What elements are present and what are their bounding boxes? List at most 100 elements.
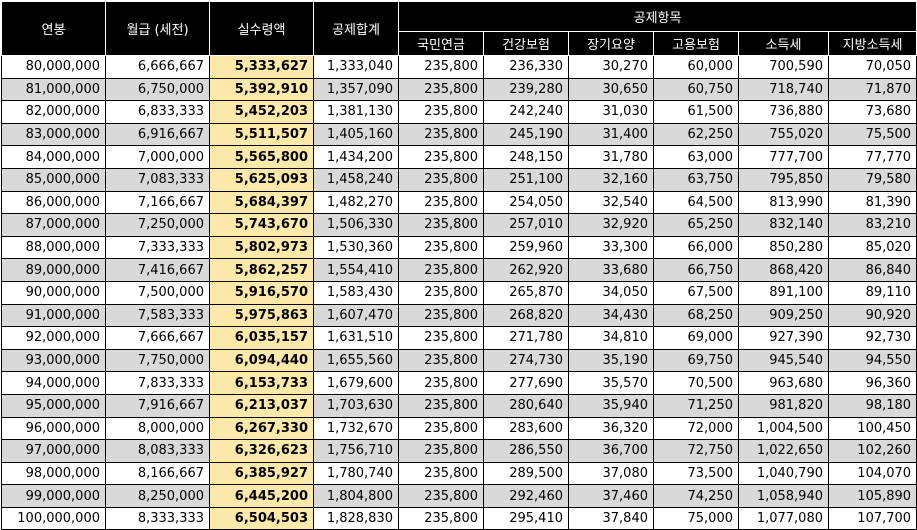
table-row: 89,000,000 7,416,667 5,862,257 1,554,410 235… bbox=[1, 258, 917, 282]
pension-cell: 235,800 bbox=[398, 213, 484, 237]
monthly-cell: 7,583,333 bbox=[105, 303, 210, 328]
health-cell: 277,690 bbox=[483, 371, 569, 395]
care-cell: 37,080 bbox=[568, 461, 654, 486]
annual-cell: 83,000,000 bbox=[1, 122, 106, 147]
care-cell: 32,920 bbox=[568, 213, 654, 237]
local-tax-cell: 81,390 bbox=[827, 190, 917, 215]
local-tax-cell: 102,260 bbox=[827, 439, 917, 463]
employment-cell: 61,500 bbox=[653, 100, 739, 124]
table-row: 93,000,000 7,750,000 6,094,440 1,655,560 235… bbox=[1, 348, 917, 373]
employment-cell: 72,000 bbox=[653, 416, 739, 441]
pension-cell: 235,800 bbox=[398, 145, 484, 169]
income-tax-cell: 755,020 bbox=[738, 122, 829, 147]
pension-cell: 235,800 bbox=[398, 326, 484, 350]
employment-cell: 74,250 bbox=[653, 484, 739, 508]
table-row: 96,000,000 8,000,000 6,267,330 1,732,670 235… bbox=[1, 416, 917, 441]
total-deduction-cell: 1,333,040 bbox=[313, 55, 399, 79]
net-cell: 6,445,200 bbox=[209, 484, 314, 508]
total-deduction-cell: 1,357,090 bbox=[313, 77, 399, 102]
net-cell: 5,975,863 bbox=[209, 303, 314, 328]
total-deduction-cell: 1,530,360 bbox=[313, 235, 399, 260]
table-row: 86,000,000 7,166,667 5,684,397 1,482,270 235… bbox=[1, 190, 917, 215]
table-row: 90,000,000 7,500,000 5,916,570 1,583,430 235… bbox=[1, 280, 917, 305]
employment-cell: 64,500 bbox=[653, 190, 739, 215]
pension-cell: 235,800 bbox=[398, 167, 484, 192]
health-cell: 239,280 bbox=[483, 77, 569, 102]
health-cell: 265,870 bbox=[483, 280, 569, 305]
local-tax-cell: 89,110 bbox=[827, 280, 917, 305]
local-tax-cell: 79,580 bbox=[827, 167, 917, 192]
employment-cell: 69,750 bbox=[653, 348, 739, 373]
employment-cell: 65,250 bbox=[653, 213, 739, 237]
table-row: 87,000,000 7,250,000 5,743,670 1,506,330 235… bbox=[1, 213, 917, 237]
monthly-cell: 8,250,000 bbox=[105, 484, 210, 508]
header-deduction-group: 공제항목 bbox=[397, 1, 917, 32]
care-cell: 31,400 bbox=[568, 122, 654, 147]
pension-cell: 235,800 bbox=[398, 393, 484, 418]
annual-cell: 94,000,000 bbox=[1, 371, 106, 395]
table-body: 80,000,000 6,666,667 5,333,627 1,333,040 235… bbox=[1, 55, 917, 530]
annual-cell: 98,000,000 bbox=[1, 461, 106, 486]
header-health-insurance: 건강보험 bbox=[483, 31, 569, 56]
total-deduction-cell: 1,607,470 bbox=[313, 303, 399, 328]
employment-cell: 66,000 bbox=[653, 235, 739, 260]
header-total-deduction: 공제합계 bbox=[313, 1, 399, 56]
net-cell: 6,267,330 bbox=[209, 416, 314, 441]
pension-cell: 235,800 bbox=[398, 77, 484, 102]
employment-cell: 60,750 bbox=[653, 77, 739, 102]
local-tax-cell: 73,680 bbox=[827, 100, 917, 124]
care-cell: 35,570 bbox=[568, 371, 654, 395]
care-cell: 34,050 bbox=[568, 280, 654, 305]
header-income-tax: 소득세 bbox=[738, 31, 829, 56]
health-cell: 254,050 bbox=[483, 190, 569, 215]
net-cell: 5,802,973 bbox=[209, 235, 314, 260]
net-cell: 5,565,800 bbox=[209, 145, 314, 169]
pension-cell: 235,800 bbox=[398, 348, 484, 373]
table-row: 91,000,000 7,583,333 5,975,863 1,607,470 235… bbox=[1, 303, 917, 328]
income-tax-cell: 1,040,790 bbox=[738, 461, 829, 486]
header-employment-insurance: 고용보험 bbox=[653, 31, 739, 56]
net-cell: 5,392,910 bbox=[209, 77, 314, 102]
employment-cell: 73,500 bbox=[653, 461, 739, 486]
table-row: 81,000,000 6,750,000 5,392,910 1,357,090 235… bbox=[1, 77, 917, 102]
header-long-term-care: 장기요양 bbox=[568, 31, 654, 56]
employment-cell: 60,000 bbox=[653, 55, 739, 79]
annual-cell: 89,000,000 bbox=[1, 258, 106, 282]
annual-cell: 80,000,000 bbox=[1, 55, 106, 79]
health-cell: 283,600 bbox=[483, 416, 569, 441]
monthly-cell: 7,083,333 bbox=[105, 167, 210, 192]
total-deduction-cell: 1,482,270 bbox=[313, 190, 399, 215]
care-cell: 30,270 bbox=[568, 55, 654, 79]
header-pension: 국민연금 bbox=[398, 31, 484, 56]
annual-cell: 87,000,000 bbox=[1, 213, 106, 237]
income-tax-cell: 813,990 bbox=[738, 190, 829, 215]
care-cell: 30,650 bbox=[568, 77, 654, 102]
net-cell: 6,153,733 bbox=[209, 371, 314, 395]
local-tax-cell: 94,550 bbox=[827, 348, 917, 373]
annual-cell: 91,000,000 bbox=[1, 303, 106, 328]
table-row: 83,000,000 6,916,667 5,511,507 1,405,160 235… bbox=[1, 122, 917, 147]
annual-cell: 99,000,000 bbox=[1, 484, 106, 508]
pension-cell: 235,800 bbox=[398, 439, 484, 463]
table-row: 88,000,000 7,333,333 5,802,973 1,530,360 235… bbox=[1, 235, 917, 260]
monthly-cell: 6,666,667 bbox=[105, 55, 210, 79]
care-cell: 32,160 bbox=[568, 167, 654, 192]
health-cell: 268,820 bbox=[483, 303, 569, 328]
header-monthly: 월급 (세전) bbox=[105, 1, 210, 56]
table-row: 80,000,000 6,666,667 5,333,627 1,333,040 235… bbox=[1, 55, 917, 79]
employment-cell: 72,750 bbox=[653, 439, 739, 463]
total-deduction-cell: 1,732,670 bbox=[313, 416, 399, 441]
total-deduction-cell: 1,405,160 bbox=[313, 122, 399, 147]
pension-cell: 235,800 bbox=[398, 55, 484, 79]
income-tax-cell: 1,058,940 bbox=[738, 484, 829, 508]
table-row: 82,000,000 6,833,333 5,452,203 1,381,130 235… bbox=[1, 100, 917, 124]
income-tax-cell: 909,250 bbox=[738, 303, 829, 328]
total-deduction-cell: 1,655,560 bbox=[313, 348, 399, 373]
total-deduction-cell: 1,434,200 bbox=[313, 145, 399, 169]
annual-cell: 92,000,000 bbox=[1, 326, 106, 350]
health-cell: 292,460 bbox=[483, 484, 569, 508]
care-cell: 31,030 bbox=[568, 100, 654, 124]
monthly-cell: 8,083,333 bbox=[105, 439, 210, 463]
care-cell: 35,190 bbox=[568, 348, 654, 373]
table-row: 85,000,000 7,083,333 5,625,093 1,458,240 235… bbox=[1, 167, 917, 192]
